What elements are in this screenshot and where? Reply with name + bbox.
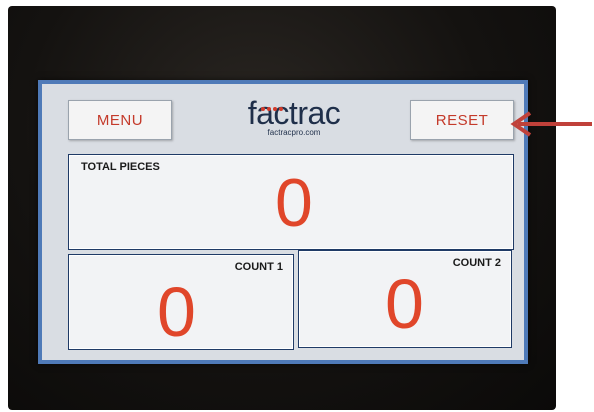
count-1-value: 0 — [157, 273, 196, 351]
reset-button[interactable]: RESET — [410, 100, 514, 140]
factrac-logo: factrac factracpro.com — [230, 96, 358, 144]
total-pieces-value: 0 — [275, 165, 313, 241]
count-1-label: COUNT 1 — [234, 261, 283, 273]
touch-screen: MENU factrac factracpro.com RESET TOTAL … — [38, 80, 528, 364]
arrow-left-icon — [510, 111, 592, 137]
count-1-panel: COUNT 1 0 — [68, 254, 294, 350]
logo-text: factrac — [247, 95, 341, 131]
count-2-label: COUNT 2 — [452, 257, 501, 269]
count-2-panel: COUNT 2 0 — [298, 250, 512, 348]
logo-dots-icon — [258, 98, 288, 111]
menu-button[interactable]: MENU — [68, 100, 172, 140]
photo-background: MENU factrac factracpro.com RESET TOTAL … — [0, 0, 594, 412]
total-pieces-panel: TOTAL PIECES 0 — [68, 154, 514, 250]
total-pieces-label: TOTAL PIECES — [81, 161, 160, 173]
reset-button-label: RESET — [435, 111, 489, 129]
menu-button-label: MENU — [96, 111, 144, 129]
count-2-value: 0 — [385, 265, 424, 343]
